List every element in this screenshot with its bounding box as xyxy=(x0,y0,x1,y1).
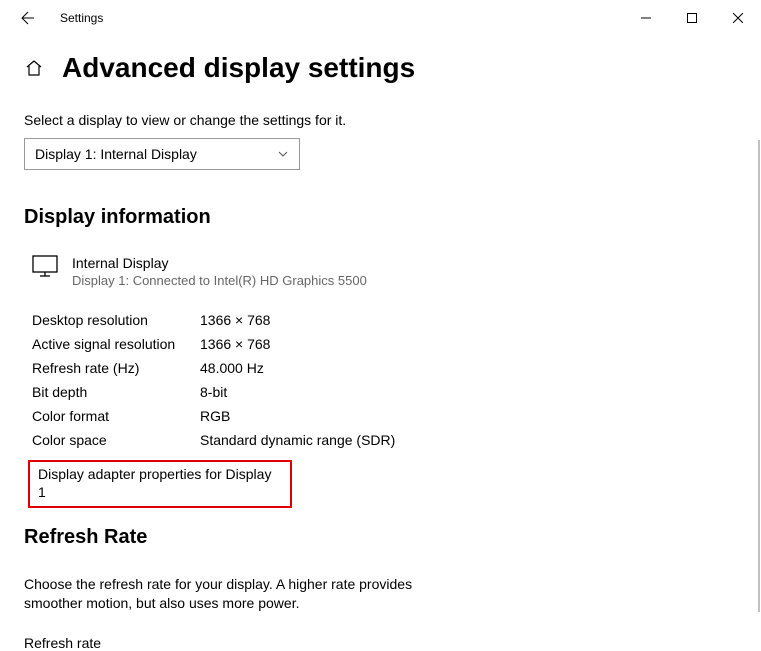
section-display-info-title: Display information xyxy=(24,206,737,229)
section-refresh-title: Refresh Rate xyxy=(24,526,737,549)
minimize-icon xyxy=(641,13,651,23)
info-label: Color space xyxy=(32,428,200,452)
table-row: Refresh rate (Hz)48.000 Hz xyxy=(32,356,737,380)
display-name: Internal Display xyxy=(72,255,367,271)
info-label: Refresh rate (Hz) xyxy=(32,356,200,380)
select-instruction: Select a display to view or change the s… xyxy=(24,112,737,128)
info-value: Standard dynamic range (SDR) xyxy=(200,428,395,452)
refresh-description: Choose the refresh rate for your display… xyxy=(24,575,424,613)
page-header: Advanced display settings xyxy=(24,52,737,84)
titlebar: Settings xyxy=(0,0,761,36)
home-button[interactable] xyxy=(24,58,44,78)
arrow-left-icon xyxy=(20,10,36,26)
info-value: RGB xyxy=(200,404,230,428)
display-header: Internal Display Display 1: Connected to… xyxy=(32,255,737,288)
info-label: Active signal resolution xyxy=(32,332,200,356)
table-row: Color formatRGB xyxy=(32,404,737,428)
info-label: Color format xyxy=(32,404,200,428)
table-row: Desktop resolution1366 × 768 xyxy=(32,308,737,332)
info-label: Desktop resolution xyxy=(32,308,200,332)
info-value: 8-bit xyxy=(200,380,227,404)
minimize-button[interactable] xyxy=(623,2,669,34)
content-area: Advanced display settings Select a displ… xyxy=(0,36,761,651)
maximize-button[interactable] xyxy=(669,2,715,34)
display-select-value: Display 1: Internal Display xyxy=(35,146,197,162)
display-subtitle: Display 1: Connected to Intel(R) HD Grap… xyxy=(72,273,367,288)
window-title: Settings xyxy=(60,11,103,25)
display-info-table: Desktop resolution1366 × 768 Active sign… xyxy=(32,308,737,452)
refresh-rate-label: Refresh rate xyxy=(24,635,737,651)
info-label: Bit depth xyxy=(32,380,200,404)
page-title: Advanced display settings xyxy=(62,52,415,84)
adapter-link-highlight: Display adapter properties for Display 1 xyxy=(28,460,292,508)
info-value: 1366 × 768 xyxy=(200,308,270,332)
home-icon xyxy=(25,59,43,77)
close-icon xyxy=(733,13,743,23)
window-controls xyxy=(623,2,761,34)
scrollbar[interactable] xyxy=(758,140,760,612)
table-row: Bit depth8-bit xyxy=(32,380,737,404)
info-value: 48.000 Hz xyxy=(200,356,264,380)
info-value: 1366 × 768 xyxy=(200,332,270,356)
table-row: Color spaceStandard dynamic range (SDR) xyxy=(32,428,737,452)
close-button[interactable] xyxy=(715,2,761,34)
back-button[interactable] xyxy=(12,2,44,34)
display-header-text: Internal Display Display 1: Connected to… xyxy=(72,255,367,288)
monitor-icon xyxy=(32,255,58,282)
adapter-properties-link[interactable]: Display adapter properties for Display 1 xyxy=(38,466,271,500)
chevron-down-icon xyxy=(277,148,289,160)
table-row: Active signal resolution1366 × 768 xyxy=(32,332,737,356)
maximize-icon xyxy=(687,13,697,23)
display-select[interactable]: Display 1: Internal Display xyxy=(24,138,300,170)
